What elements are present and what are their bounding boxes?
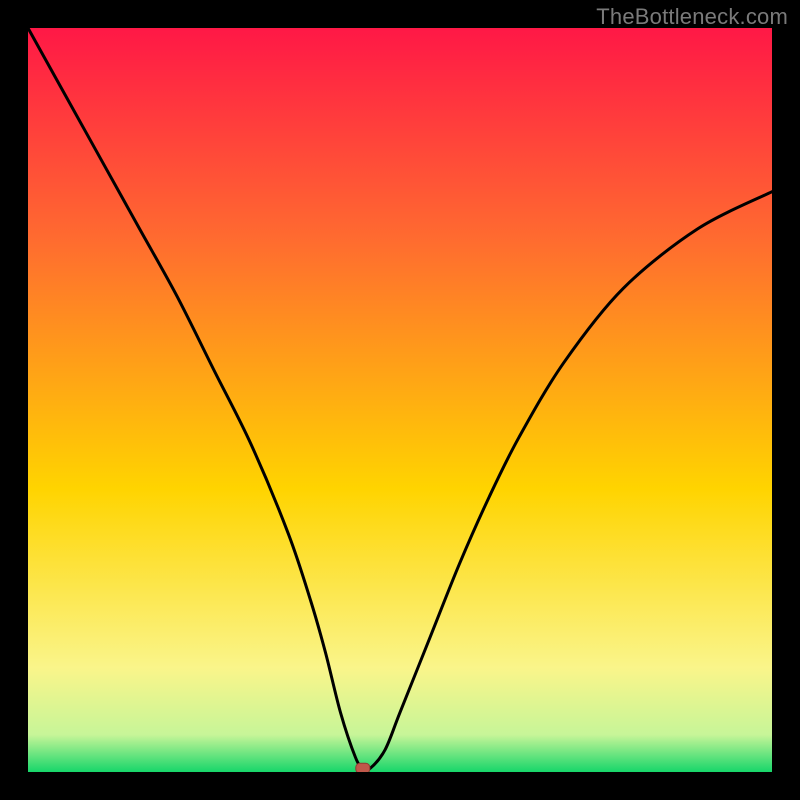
chart-frame: TheBottleneck.com — [0, 0, 800, 800]
plot-area — [28, 28, 772, 772]
gradient-background — [28, 28, 772, 772]
optimal-marker-icon — [356, 763, 370, 772]
bottleneck-chart — [28, 28, 772, 772]
watermark-text: TheBottleneck.com — [596, 4, 788, 30]
